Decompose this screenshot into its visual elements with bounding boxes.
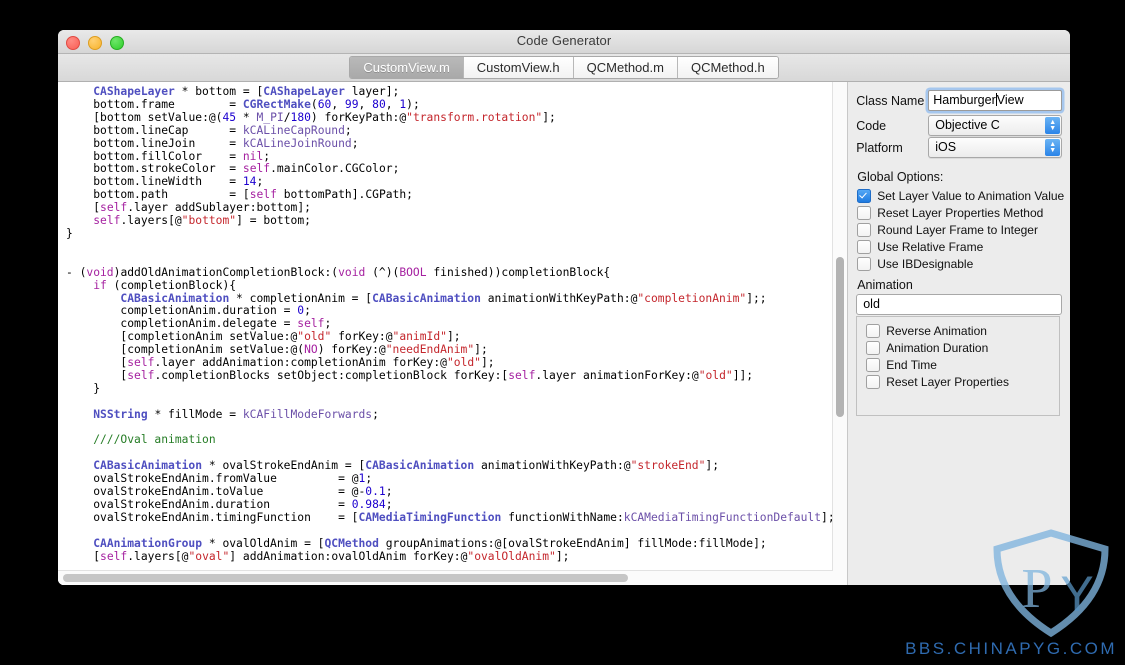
- platform-select-row: Platform iOS ▲ ▼: [856, 137, 1063, 158]
- checkbox-label: Reverse Animation: [886, 324, 987, 338]
- code-select-value: Objective C: [935, 118, 1000, 132]
- scrollbar-corner: [833, 571, 848, 585]
- chevron-updown-icon[interactable]: ▲ ▼: [1045, 117, 1061, 134]
- tab-qcmethod-m[interactable]: QCMethod.m: [573, 57, 678, 78]
- class-name-value-tail: View: [996, 93, 1024, 107]
- checkbox-row[interactable]: End Time: [866, 357, 1059, 373]
- animation-section-title: Animation: [857, 278, 913, 292]
- code-vertical-scrollbar[interactable]: [832, 82, 848, 571]
- global-options-title: Global Options:: [857, 170, 944, 184]
- animation-select[interactable]: old ▲ ▼: [856, 294, 1063, 315]
- chevron-down-glyph: ▼: [1049, 124, 1057, 132]
- checkbox-row[interactable]: Use IBDesignable: [857, 256, 1063, 272]
- chevron-down-glyph: ▼: [1049, 146, 1057, 154]
- code-editor[interactable]: CAShapeLayer * bottom = [CAShapeLayer la…: [58, 82, 849, 585]
- global-options-list: Set Layer Value to Animation Value Reset …: [857, 188, 1065, 272]
- checkbox-label: Reset Layer Properties Method: [877, 206, 1044, 220]
- tab-customview-h[interactable]: CustomView.h: [463, 57, 574, 78]
- watermark-text: BBS.CHINAPYG.COM: [905, 639, 1117, 658]
- screen: Code Generator CustomView.m CustomView.h…: [0, 0, 1125, 665]
- checkbox-unchecked-icon[interactable]: [866, 358, 881, 372]
- class-name-value-head: Hamburger: [933, 93, 996, 107]
- checkbox-unchecked-icon[interactable]: [866, 341, 881, 355]
- code-horizontal-scrollbar[interactable]: [58, 570, 834, 585]
- code-viewport: CAShapeLayer * bottom = [CAShapeLayer la…: [58, 82, 834, 571]
- chevron-updown-icon[interactable]: ▲ ▼: [1045, 139, 1061, 156]
- checkbox-row[interactable]: Reset Layer Properties Method: [857, 205, 1063, 221]
- class-name-input[interactable]: HamburgerView: [928, 90, 1063, 111]
- checkbox-label: Reset Layer Properties: [886, 375, 1009, 389]
- code-select[interactable]: Objective C ▲ ▼: [928, 115, 1063, 136]
- platform-select-value: iOS: [935, 140, 957, 154]
- checkbox-row[interactable]: Reset Layer Properties: [866, 374, 1059, 390]
- checkbox-unchecked-icon[interactable]: [866, 375, 881, 389]
- platform-label: Platform: [856, 140, 903, 155]
- checkbox-label: End Time: [886, 358, 937, 372]
- animation-options-box: Reverse Animation Animation Duration End T…: [856, 316, 1061, 416]
- inspector-panel: Class Name HamburgerView Code Objective …: [848, 82, 1070, 585]
- checkbox-unchecked-icon[interactable]: [857, 206, 872, 220]
- window-title: Code Generator: [516, 33, 612, 48]
- checkbox-row[interactable]: Animation Duration: [866, 340, 1059, 356]
- chevron-up-glyph: ▲: [883, 303, 891, 310]
- checkbox-row[interactable]: Reverse Animation: [866, 323, 1059, 339]
- checkbox-row[interactable]: Round Layer Frame to Integer: [857, 222, 1063, 238]
- checkbox-unchecked-icon[interactable]: [857, 240, 872, 254]
- class-name-label: Class Name: [856, 93, 925, 108]
- tab-group: CustomView.m CustomView.h QCMethod.m QCM…: [349, 56, 779, 79]
- global-options-group: Global Options: Set Layer Value to Anima…: [857, 170, 1065, 273]
- checkbox-row[interactable]: Set Layer Value to Animation Value: [857, 188, 1065, 204]
- checkbox-label: Round Layer Frame to Integer: [877, 223, 1038, 237]
- chevron-updown-icon[interactable]: ▲ ▼: [883, 297, 900, 311]
- platform-select[interactable]: iOS ▲ ▼: [928, 137, 1063, 158]
- code-select-row: Code Objective C ▲ ▼: [856, 115, 1063, 136]
- animation-select-value: old: [863, 297, 880, 311]
- checkbox-label: Use Relative Frame: [877, 240, 984, 254]
- code-label: Code: [856, 118, 887, 133]
- checkbox-label: Use IBDesignable: [877, 257, 974, 271]
- checkbox-label: Animation Duration: [886, 341, 989, 355]
- app-window: Code Generator CustomView.m CustomView.h…: [58, 30, 1070, 585]
- code-text[interactable]: CAShapeLayer * bottom = [CAShapeLayer la…: [58, 82, 833, 564]
- window-body: CAShapeLayer * bottom = [CAShapeLayer la…: [58, 82, 1070, 585]
- checkbox-unchecked-icon[interactable]: [857, 257, 872, 271]
- checkbox-unchecked-icon[interactable]: [857, 223, 872, 237]
- chevron-down-glyph: ▼: [893, 303, 901, 310]
- tab-qcmethod-h[interactable]: QCMethod.h: [677, 57, 778, 78]
- checkbox-label: Set Layer Value to Animation Value: [877, 189, 1065, 203]
- animation-select-inner[interactable]: old ▲ ▼: [856, 294, 1063, 315]
- tab-customview-m[interactable]: CustomView.m: [350, 57, 464, 78]
- code-vertical-scrollbar-thumb[interactable]: [836, 257, 845, 417]
- animation-options-list: Reverse Animation Animation Duration End T…: [866, 323, 1059, 390]
- class-name-field-row: Class Name HamburgerView: [856, 90, 1063, 111]
- code-horizontal-scrollbar-thumb[interactable]: [63, 574, 628, 582]
- tab-bar: CustomView.m CustomView.h QCMethod.m QCM…: [58, 54, 1070, 82]
- checkbox-row[interactable]: Use Relative Frame: [857, 239, 1063, 255]
- checkbox-checked-icon[interactable]: [857, 189, 872, 203]
- window-titlebar[interactable]: Code Generator: [58, 30, 1070, 54]
- checkbox-unchecked-icon[interactable]: [866, 324, 881, 338]
